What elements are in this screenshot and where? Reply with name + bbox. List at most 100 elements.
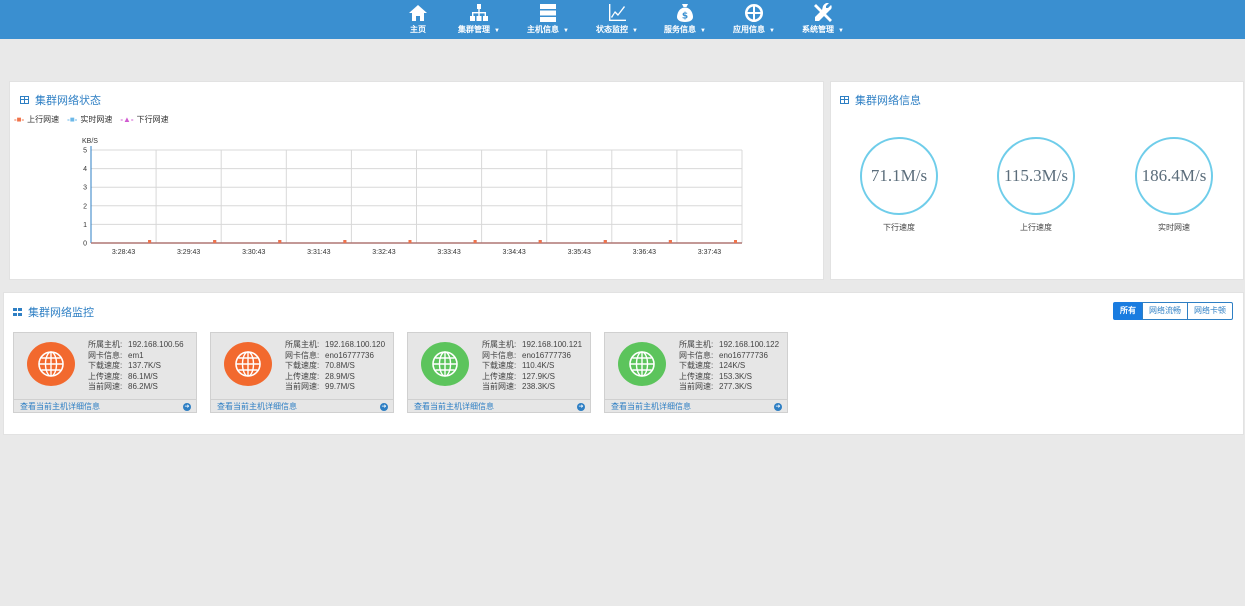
y-tick-label: 5	[83, 148, 87, 155]
x-tick-label: 3:34:43	[502, 249, 525, 256]
host-detail-link-text: 查看当前主机详细信息	[20, 402, 100, 411]
host-ip: 192.168.100.56	[128, 340, 184, 349]
host-status-indicator	[618, 342, 666, 386]
series-point	[473, 240, 477, 243]
nav-cluster-label: 集群管理	[458, 25, 491, 34]
series-point	[733, 240, 737, 243]
chevron-down-icon: ▼	[632, 28, 638, 34]
host-detail-link-text: 查看当前主机详细信息	[611, 402, 691, 411]
gauge-realtime: 186.4M/s	[1135, 137, 1213, 215]
host-status-indicator	[421, 342, 469, 386]
host-current-speed: 238.3K/S	[522, 382, 555, 392]
host-key: 所属主机:	[482, 340, 517, 349]
filter-lag-button[interactable]: 网络卡顿	[1187, 302, 1233, 320]
series-point	[343, 240, 347, 243]
host-detail-link[interactable]: 查看当前主机详细信息 ➜	[211, 399, 393, 413]
arrow-right-icon: ➜	[774, 403, 782, 411]
download-key: 下载速度:	[88, 361, 123, 371]
host-ip: 192.168.100.121	[522, 340, 583, 349]
current-key: 当前网速:	[285, 382, 320, 392]
download-key: 下载速度:	[285, 361, 320, 371]
arrow-right-icon: ➜	[577, 403, 585, 411]
host-key: 所属主机:	[88, 340, 123, 349]
host-detail-link[interactable]: 查看当前主机详细信息 ➜	[605, 399, 787, 413]
x-tick-label: 3:37:43	[698, 249, 721, 256]
nav-host-label: 主机信息	[527, 25, 560, 34]
svg-text:$: $	[682, 12, 688, 22]
x-tick-label: 3:31:43	[307, 249, 330, 256]
nav-cluster-management[interactable]: 集群管理 ▼	[455, 0, 503, 39]
x-tick-label: 3:32:43	[372, 249, 395, 256]
legend-item-download[interactable]: -▲- 下行网速	[120, 114, 168, 125]
host-status-indicator	[224, 342, 272, 386]
y-tick-label: 2	[83, 203, 87, 210]
nic-key: 网卡信息:	[285, 350, 320, 360]
home-icon	[404, 3, 432, 25]
upload-key: 上传速度:	[482, 371, 517, 381]
series-point	[538, 240, 542, 243]
line-chart-icon	[595, 3, 639, 25]
gauge-upload-value: 115.3M/s	[1003, 166, 1069, 185]
host-info: 所属主机: 192.168.100.120 网卡信息: eno16777736 下载…	[285, 340, 385, 393]
series-point	[668, 240, 672, 243]
grid-app-icon	[731, 3, 777, 25]
legend-item-upload[interactable]: -■- 上行网速	[14, 114, 59, 125]
nav-home[interactable]: 主页	[404, 0, 432, 39]
server-icon	[525, 3, 571, 25]
chart-legend: -■- 上行网速 -■- 实时网速 -▲- 下行网速	[14, 114, 169, 125]
globe-icon	[629, 351, 655, 377]
host-upload-speed: 153.3K/S	[719, 371, 752, 381]
filter-all-button[interactable]: 所有	[1113, 302, 1143, 320]
arrow-right-icon: ➜	[380, 403, 388, 411]
globe-icon	[38, 351, 64, 377]
nav-home-label: 主页	[410, 25, 426, 34]
network-line-chart: 0 1 2 3 4 5 KB/S 3:28:43 3:29:43 3:30:43 3:31:43 3:…	[82, 138, 743, 256]
host-detail-link[interactable]: 查看当前主机详细信息 ➜	[408, 399, 590, 413]
series-point	[148, 240, 152, 243]
y-tick-label: 0	[83, 241, 87, 248]
gauge-download-label: 下行速度	[883, 223, 915, 232]
x-tick-label: 3:30:43	[242, 249, 265, 256]
host-info: 所属主机: 192.168.100.122 网卡信息: eno16777736 下载…	[679, 340, 779, 393]
dashboard-icon	[13, 308, 22, 316]
legend-label-realtime: 实时网速	[80, 115, 113, 124]
gauge-upload: 115.3M/s	[997, 137, 1075, 215]
host-nic: eno16777736	[719, 350, 768, 360]
host-upload-speed: 127.9K/S	[522, 371, 555, 381]
monitor-panel-title: 集群网络监控	[13, 304, 94, 320]
gauge-download: 71.1M/s	[860, 137, 938, 215]
legend-label-upload: 上行网速	[27, 115, 60, 124]
host-download-speed: 70.8M/S	[325, 361, 355, 371]
y-tick-label: 4	[83, 166, 87, 173]
nav-app-info[interactable]: 应用信息 ▼	[731, 0, 777, 39]
nav-status-label: 状态监控	[596, 25, 629, 34]
nav-system-management[interactable]: 系统管理 ▼	[800, 0, 846, 39]
filter-button-group: 所有 网络流畅 网络卡顿	[1113, 302, 1233, 320]
nav-service-info[interactable]: $ 服务信息 ▼	[662, 0, 708, 39]
x-tick-label: 3:28:43	[112, 249, 135, 256]
host-upload-speed: 86.1M/S	[128, 371, 158, 381]
current-key: 当前网速:	[88, 382, 123, 392]
globe-icon	[235, 351, 261, 377]
nav-status-monitor[interactable]: 状态监控 ▼	[595, 0, 639, 39]
x-tick-label: 3:35:43	[568, 249, 591, 256]
download-key: 下载速度:	[482, 361, 517, 371]
filter-smooth-button[interactable]: 网络流畅	[1142, 302, 1188, 320]
host-nic: eno16777736	[522, 350, 571, 360]
series-point	[408, 240, 412, 243]
host-nic: eno16777736	[325, 350, 374, 360]
legend-item-realtime[interactable]: -■- 实时网速	[67, 114, 112, 125]
legend-marker-download: -▲-	[120, 115, 134, 124]
nic-key: 网卡信息:	[88, 350, 123, 360]
current-key: 当前网速:	[679, 382, 714, 392]
table-icon	[20, 96, 29, 104]
top-navbar: 主页 集群管理 ▼ 主机信息 ▼ 状态监控 ▼ $ 服务信息 ▼ 应用信息 ▼ 系统管理 ▼	[0, 0, 1245, 39]
host-ip: 192.168.100.122	[719, 340, 780, 349]
nav-host-info[interactable]: 主机信息 ▼	[525, 0, 571, 39]
host-detail-link[interactable]: 查看当前主机详细信息 ➜	[14, 399, 196, 413]
host-card: 所属主机: 192.168.100.120 网卡信息: eno16777736 下载…	[210, 332, 394, 413]
series-point	[213, 240, 217, 243]
legend-marker-upload: -■-	[14, 115, 25, 124]
nav-service-label: 服务信息	[664, 25, 697, 34]
gauge-upload-label: 上行速度	[1020, 223, 1052, 232]
